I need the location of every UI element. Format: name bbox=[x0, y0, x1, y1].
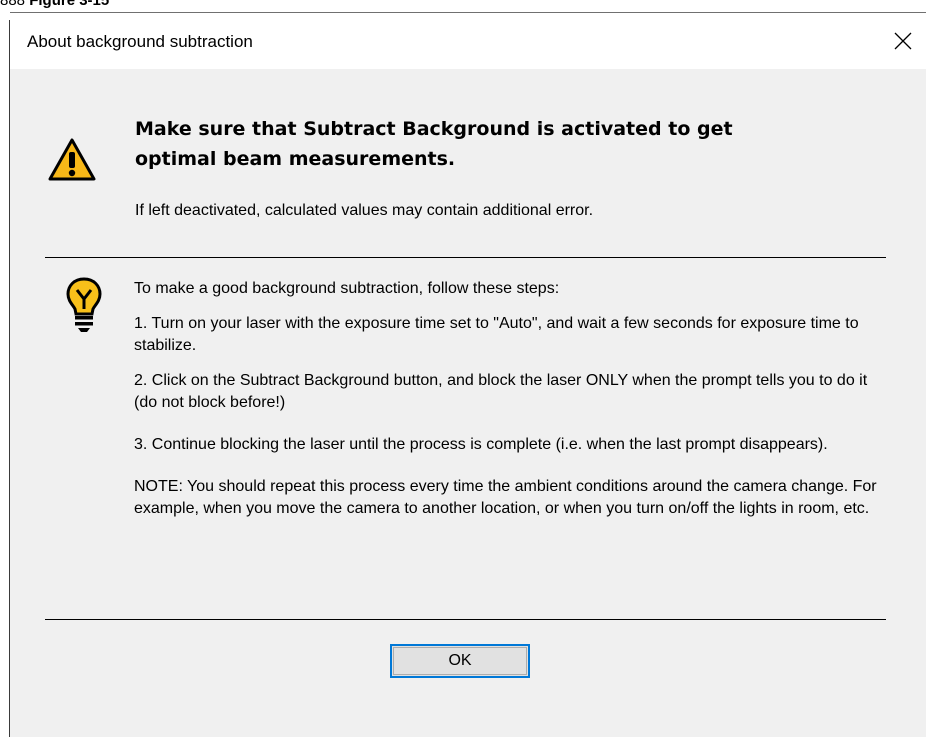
ok-button-label: OK bbox=[393, 647, 527, 675]
ok-button[interactable]: OK bbox=[390, 644, 530, 678]
note-text: NOTE: You should repeat this process eve… bbox=[134, 478, 877, 517]
close-button[interactable] bbox=[880, 13, 926, 69]
dialog-heading: Make sure that Subtract Background is ac… bbox=[135, 114, 875, 174]
divider-top bbox=[45, 257, 886, 258]
step-2: 2. Click on the Subtract Background butt… bbox=[134, 372, 868, 411]
dialog-titlebar: About background subtraction bbox=[10, 13, 926, 69]
step-3: 3. Continue blocking the laser until the… bbox=[134, 436, 828, 453]
warning-subtext: If left deactivated, calculated values m… bbox=[135, 202, 594, 219]
divider-bottom bbox=[45, 619, 886, 620]
dialog-title: About background subtraction bbox=[27, 32, 253, 51]
warning-icon bbox=[48, 138, 96, 181]
about-dialog: About background subtraction Make sure t… bbox=[10, 12, 926, 737]
document-caption: 888 Figure 3-15 bbox=[0, 0, 109, 9]
figure-label: Figure 3-15 bbox=[29, 0, 110, 9]
lightbulb-icon bbox=[66, 277, 102, 332]
close-icon bbox=[894, 32, 912, 50]
heading-line-1: Make sure that Subtract Background is ac… bbox=[135, 118, 733, 140]
steps-intro: To make a good background subtraction, f… bbox=[134, 280, 560, 297]
heading-line-2: optimal beam measurements. bbox=[135, 148, 456, 170]
caption-prefix: 888 bbox=[0, 0, 26, 9]
steps-text: To make a good background subtraction, f… bbox=[134, 278, 879, 533]
step-1: 1. Turn on your laser with the exposure … bbox=[134, 315, 859, 354]
